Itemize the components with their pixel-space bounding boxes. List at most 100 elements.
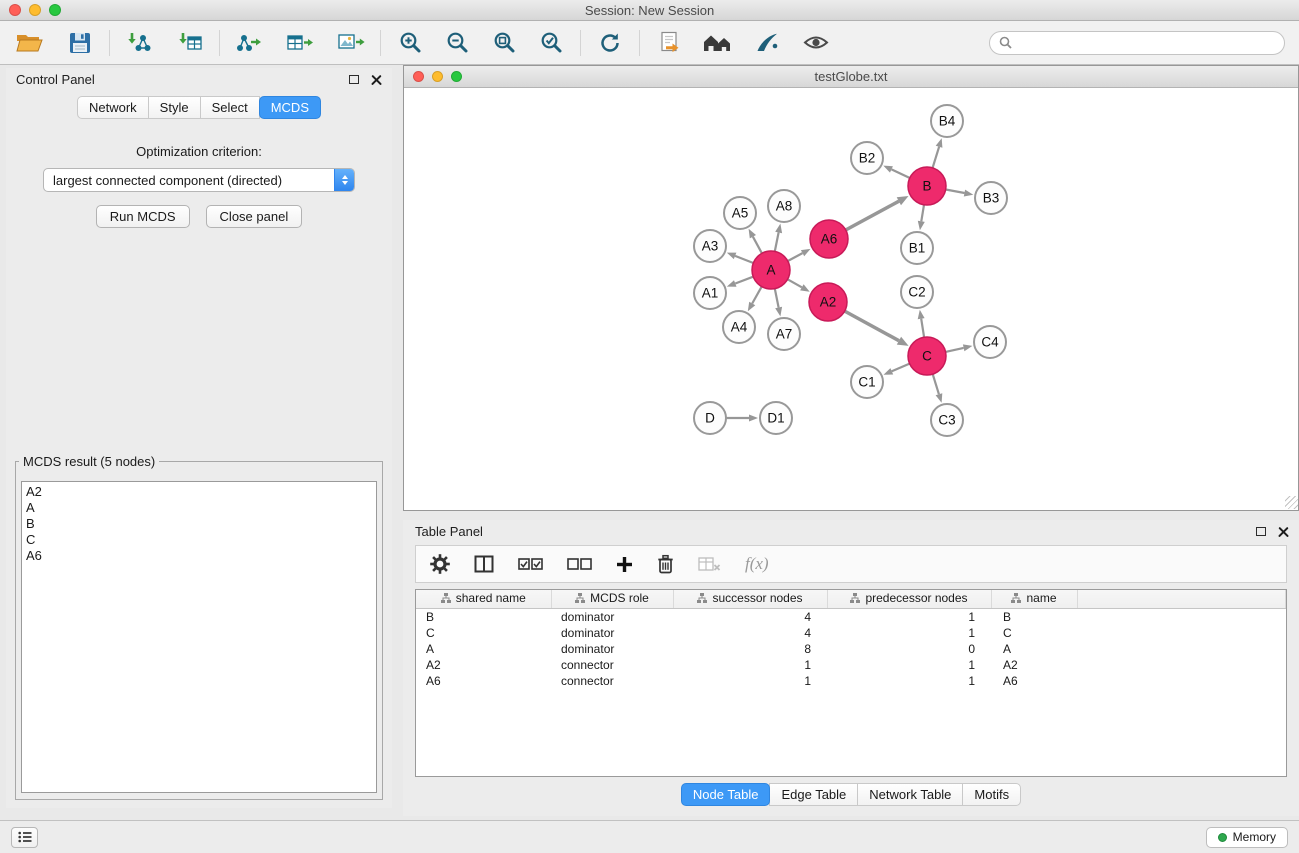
- tab-node-table[interactable]: Node Table: [681, 783, 771, 806]
- graph-node-C3[interactable]: C3: [931, 404, 963, 436]
- graph-node-C1[interactable]: C1: [851, 366, 883, 398]
- create-column-button[interactable]: [616, 556, 633, 573]
- tab-edge-table[interactable]: Edge Table: [769, 783, 858, 806]
- mcds-result-item[interactable]: B: [26, 516, 372, 532]
- tab-motifs[interactable]: Motifs: [962, 783, 1021, 806]
- zoom-network-button[interactable]: [451, 71, 462, 82]
- graph-node-D[interactable]: D: [694, 402, 726, 434]
- close-network-button[interactable]: [413, 71, 424, 82]
- graph-edge-A-A1[interactable]: [727, 277, 753, 287]
- export-image-button[interactable]: [332, 26, 370, 60]
- show-columns-button[interactable]: [474, 555, 494, 573]
- zoom-out-button[interactable]: [438, 26, 476, 60]
- run-mcds-button[interactable]: Run MCDS: [96, 205, 190, 228]
- delete-table-button[interactable]: [698, 556, 721, 572]
- graph-edge-C-C2[interactable]: [918, 310, 925, 337]
- graph-edge-A-A8[interactable]: [775, 224, 782, 252]
- column-header-name[interactable]: name: [991, 590, 1077, 608]
- close-panel-icon[interactable]: [371, 74, 382, 85]
- graph-node-C4[interactable]: C4: [974, 326, 1006, 358]
- mcds-result-item[interactable]: A6: [26, 548, 372, 564]
- graphics-details-button[interactable]: [797, 26, 835, 60]
- search-box[interactable]: [989, 31, 1285, 55]
- table-settings-button[interactable]: [430, 554, 450, 574]
- column-header-mcds-role[interactable]: MCDS role: [551, 590, 673, 608]
- column-header-successor-nodes[interactable]: successor nodes: [673, 590, 827, 608]
- graph-edge-A2-C[interactable]: [845, 311, 909, 346]
- import-table-file-button[interactable]: [171, 26, 209, 60]
- table-row[interactable]: A2connector11A2: [416, 657, 1286, 673]
- zoom-in-button[interactable]: [391, 26, 429, 60]
- search-input[interactable]: [1018, 35, 1275, 50]
- graph-node-A6[interactable]: A6: [810, 220, 848, 258]
- graph-edge-B-B1[interactable]: [918, 205, 925, 230]
- graph-node-A4[interactable]: A4: [723, 311, 755, 343]
- import-network-file-button[interactable]: [120, 26, 158, 60]
- column-header-shared-name[interactable]: shared name: [416, 590, 551, 608]
- save-session-button[interactable]: [61, 26, 99, 60]
- graph-node-D1[interactable]: D1: [760, 402, 792, 434]
- network-canvas[interactable]: B4B2BB3A5A8A6B1A3AC2A1A2A4A7C4CC1C3DD1: [404, 88, 1298, 509]
- tab-network[interactable]: Network: [77, 96, 149, 119]
- mcds-result-list[interactable]: A2ABCA6: [21, 481, 377, 793]
- graph-node-B3[interactable]: B3: [975, 182, 1007, 214]
- float-panel-icon[interactable]: [349, 75, 359, 84]
- table-row[interactable]: Cdominator41C: [416, 625, 1286, 641]
- graph-node-B1[interactable]: B1: [901, 232, 933, 264]
- zoom-window-button[interactable]: [49, 4, 61, 16]
- export-network-button[interactable]: [230, 26, 268, 60]
- graph-edge-A-A3[interactable]: [727, 253, 754, 263]
- graph-node-B2[interactable]: B2: [851, 142, 883, 174]
- export-table-button[interactable]: [281, 26, 319, 60]
- column-header-predecessor-nodes[interactable]: predecessor nodes: [827, 590, 991, 608]
- graph-node-B[interactable]: B: [908, 167, 946, 205]
- delete-column-button[interactable]: [657, 554, 674, 574]
- network-svg[interactable]: B4B2BB3A5A8A6B1A3AC2A1A2A4A7C4CC1C3DD1: [404, 88, 1298, 509]
- minimize-network-button[interactable]: [432, 71, 443, 82]
- graph-node-A1[interactable]: A1: [694, 277, 726, 309]
- minimize-window-button[interactable]: [29, 4, 41, 16]
- open-session-button[interactable]: [10, 26, 48, 60]
- graph-node-C[interactable]: C: [908, 337, 946, 375]
- table-row[interactable]: Bdominator41B: [416, 608, 1286, 625]
- graph-edge-C-C4[interactable]: [946, 344, 973, 352]
- graph-node-A7[interactable]: A7: [768, 318, 800, 350]
- graph-edge-B-B2[interactable]: [883, 166, 910, 178]
- first-neighbors-button[interactable]: [650, 26, 688, 60]
- zoom-fit-button[interactable]: [485, 26, 523, 60]
- tab-select[interactable]: Select: [200, 96, 260, 119]
- graph-node-C2[interactable]: C2: [901, 276, 933, 308]
- show-panels-button[interactable]: [11, 827, 38, 848]
- mcds-result-item[interactable]: A: [26, 500, 372, 516]
- close-panel-button[interactable]: Close panel: [206, 205, 303, 228]
- graph-node-A3[interactable]: A3: [694, 230, 726, 262]
- graph-edge-C-C1[interactable]: [884, 364, 910, 375]
- float-table-panel-icon[interactable]: [1256, 527, 1266, 536]
- zoom-selected-button[interactable]: [532, 26, 570, 60]
- select-all-columns-button[interactable]: [518, 558, 543, 570]
- graph-edge-A-A4[interactable]: [748, 287, 762, 312]
- graph-edge-C-C3[interactable]: [933, 374, 943, 403]
- mcds-result-item[interactable]: A2: [26, 484, 372, 500]
- apply-layout-button[interactable]: [591, 26, 629, 60]
- tab-mcds[interactable]: MCDS: [259, 96, 321, 119]
- mcds-result-item[interactable]: C: [26, 532, 372, 548]
- resize-handle[interactable]: [1285, 496, 1298, 509]
- tab-style[interactable]: Style: [148, 96, 201, 119]
- graph-edge-A-A5[interactable]: [749, 229, 762, 254]
- function-builder-button[interactable]: f(x): [745, 554, 769, 574]
- table-row[interactable]: A6connector11A6: [416, 673, 1286, 689]
- graph-node-A[interactable]: A: [752, 251, 790, 289]
- graph-edge-A6-B[interactable]: [846, 196, 909, 230]
- unselect-all-columns-button[interactable]: [567, 558, 592, 570]
- table-row[interactable]: Adominator80A: [416, 641, 1286, 657]
- graph-edge-A-A7[interactable]: [775, 289, 782, 317]
- graph-edge-B-B4[interactable]: [933, 138, 943, 168]
- graph-node-A8[interactable]: A8: [768, 190, 800, 222]
- criterion-dropdown[interactable]: largest connected component (directed): [43, 168, 355, 192]
- graph-edge-A-A2[interactable]: [788, 279, 810, 291]
- tab-network-table[interactable]: Network Table: [857, 783, 963, 806]
- graph-edge-B-B3[interactable]: [946, 190, 974, 197]
- graph-edge-D-D1[interactable]: [726, 415, 758, 422]
- memory-button[interactable]: Memory: [1206, 827, 1288, 848]
